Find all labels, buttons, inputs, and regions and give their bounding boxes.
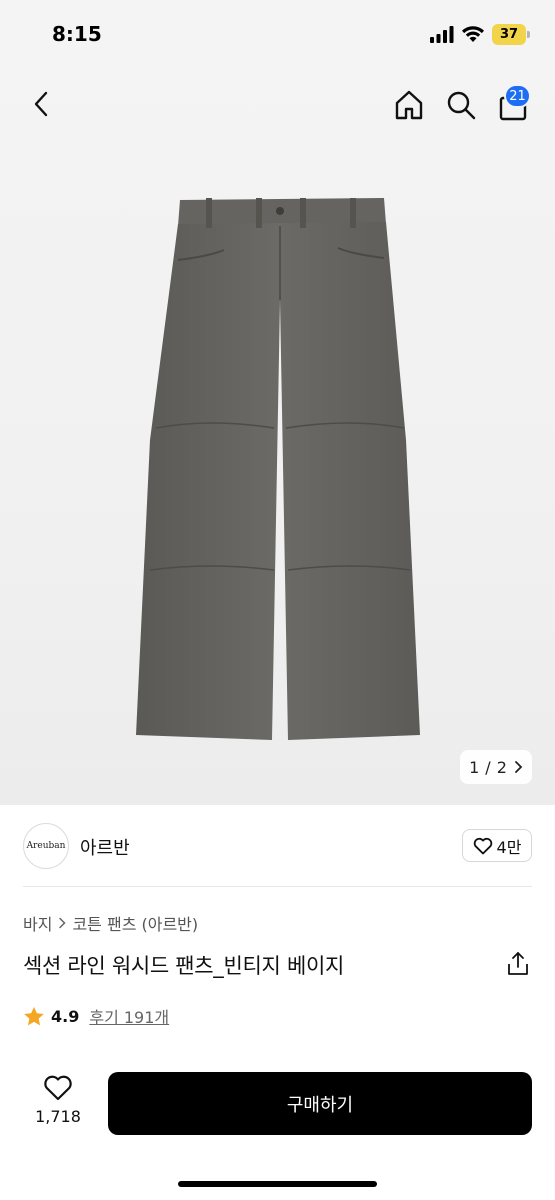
pager-total: 2 [496, 757, 507, 777]
pager-separator: / [485, 757, 491, 777]
brand-logo-text: Areuban [26, 841, 66, 851]
reviews-link[interactable]: 후기 191개 [89, 1004, 169, 1028]
cart-badge: 21 [504, 84, 531, 108]
buy-button[interactable]: 구매하기 [108, 1072, 532, 1135]
back-button[interactable] [24, 86, 60, 122]
signal-icon [430, 26, 454, 43]
battery-tip [527, 31, 530, 38]
search-icon [447, 91, 476, 120]
heart-icon [473, 837, 492, 854]
chevron-right-icon [514, 761, 523, 773]
home-icon [395, 90, 423, 120]
product-title: 섹션 라인 워시드 팬츠_빈티지 베이지 [23, 954, 345, 978]
breadcrumb-subcategory[interactable]: 코튼 팬츠 (아르반) [72, 911, 198, 935]
brand-name[interactable]: 아르반 [80, 834, 130, 860]
product-page: 8:15 37 21 1 / 2 Areuban 아르반 4만 바지 코튼 팬츠… [0, 0, 555, 1200]
brand-logo[interactable]: Areuban [23, 823, 69, 869]
gallery-pager[interactable]: 1 / 2 [460, 750, 532, 784]
breadcrumb: 바지 코튼 팬츠 (아르반) [23, 911, 198, 935]
status-bar: 8:15 37 [0, 0, 555, 70]
wishlist-button[interactable]: 1,718 [32, 1074, 84, 1134]
divider [23, 886, 532, 887]
pager-current: 1 [469, 757, 480, 777]
home-indicator [178, 1181, 377, 1187]
product-image [136, 198, 420, 740]
rating-value: 4.9 [51, 1006, 80, 1026]
wishlist-count: 1,718 [35, 1107, 81, 1126]
chevron-right-icon [59, 917, 67, 929]
rating-row: 4.9 후기 191개 [23, 1004, 169, 1028]
heart-icon [44, 1075, 72, 1101]
star-icon [24, 1006, 44, 1025]
breadcrumb-category[interactable]: 바지 [23, 911, 52, 935]
brand-like-count: 4만 [496, 837, 522, 857]
battery-indicator: 37 [492, 24, 526, 45]
status-time: 8:15 [52, 22, 102, 46]
share-button[interactable] [504, 950, 532, 978]
wifi-icon [462, 26, 484, 42]
home-button[interactable] [390, 86, 428, 124]
brand-like-button[interactable]: 4만 [462, 829, 532, 862]
share-icon [508, 952, 528, 975]
search-button[interactable] [442, 86, 480, 124]
back-icon [34, 91, 48, 117]
